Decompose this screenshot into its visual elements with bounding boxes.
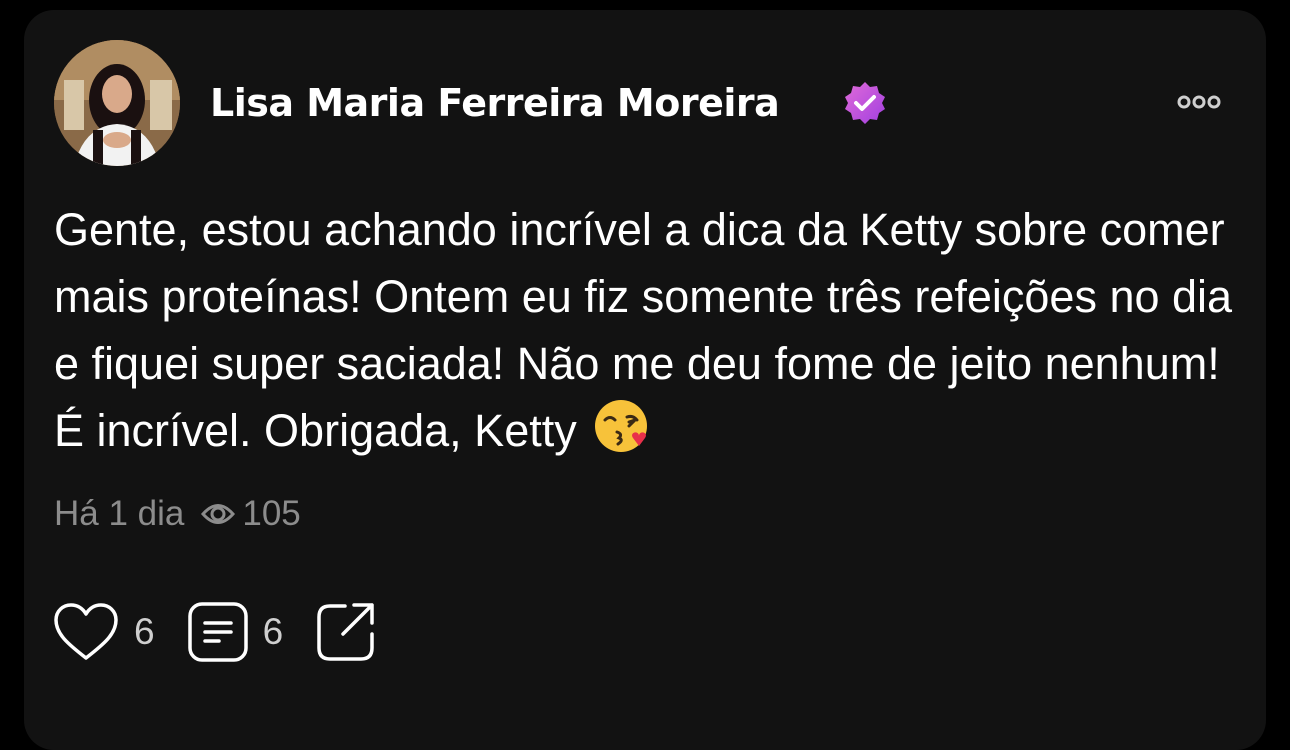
avatar-photo — [54, 40, 180, 166]
author-name[interactable]: Lisa Maria Ferreira Moreira — [210, 78, 780, 128]
comment-button[interactable]: 6 — [187, 601, 284, 663]
comment-count: 6 — [262, 611, 284, 652]
heart-icon — [54, 603, 118, 660]
face-blowing-a-kiss-emoji — [595, 400, 648, 452]
like-count: 6 — [134, 611, 155, 652]
like-button[interactable]: 6 — [52, 602, 155, 662]
post-meta: Há 1 dia 105 — [54, 492, 301, 536]
share-button[interactable] — [315, 601, 377, 663]
post-text: Gente, estou achando incrível a dica da … — [54, 196, 1244, 464]
share-icon — [317, 603, 374, 661]
post-actions: 6 6 — [52, 600, 377, 664]
post-card: Lisa Maria Ferreira Moreira Gente, estou… — [24, 10, 1266, 750]
view-count: 105 — [242, 494, 301, 533]
comment-icon — [187, 602, 248, 662]
avatar[interactable] — [54, 40, 180, 166]
verified-badge-icon — [845, 82, 885, 124]
eye-icon — [201, 504, 236, 524]
post-time: Há 1 dia — [54, 494, 185, 533]
more-options-icon[interactable] — [1174, 90, 1224, 114]
